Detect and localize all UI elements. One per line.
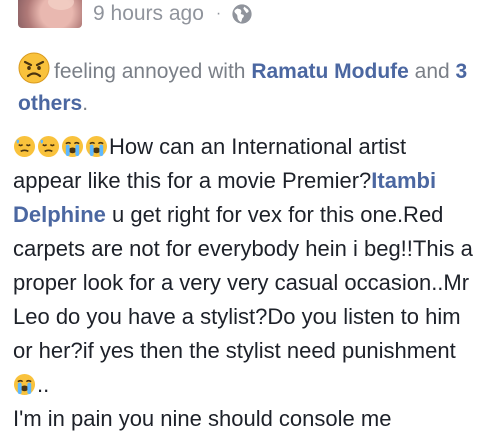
feeling-period: . — [82, 92, 89, 115]
loudly-crying-face-icon — [13, 373, 36, 396]
post-text-3: .. — [37, 372, 50, 397]
post-meta: 9 hours ago · — [93, 0, 253, 31]
loudly-crying-face-icon — [61, 135, 84, 158]
meta-separator: · — [215, 5, 222, 22]
downcast-sweat-face-icon — [37, 135, 60, 158]
timestamp[interactable]: 9 hours ago — [93, 2, 204, 26]
avatar-highlight — [48, 0, 74, 10]
downcast-sweat-face-icon — [13, 135, 36, 158]
feeling-prefix: feeling annoyed with — [54, 60, 252, 83]
loudly-crying-face-icon — [85, 135, 108, 158]
post-text-4: I'm in pain you nine should console me — [13, 406, 392, 431]
post-body: How can an International artist appear l… — [13, 130, 475, 436]
angry-face-icon — [18, 52, 50, 84]
globe-icon[interactable] — [231, 3, 253, 25]
feeling-and: and — [414, 60, 456, 83]
feeling-line: feeling annoyed with Ramatu Modufe and 3… — [18, 52, 468, 120]
tagged-person-link[interactable]: Ramatu Modufe — [251, 60, 409, 83]
author-avatar[interactable] — [18, 0, 82, 28]
